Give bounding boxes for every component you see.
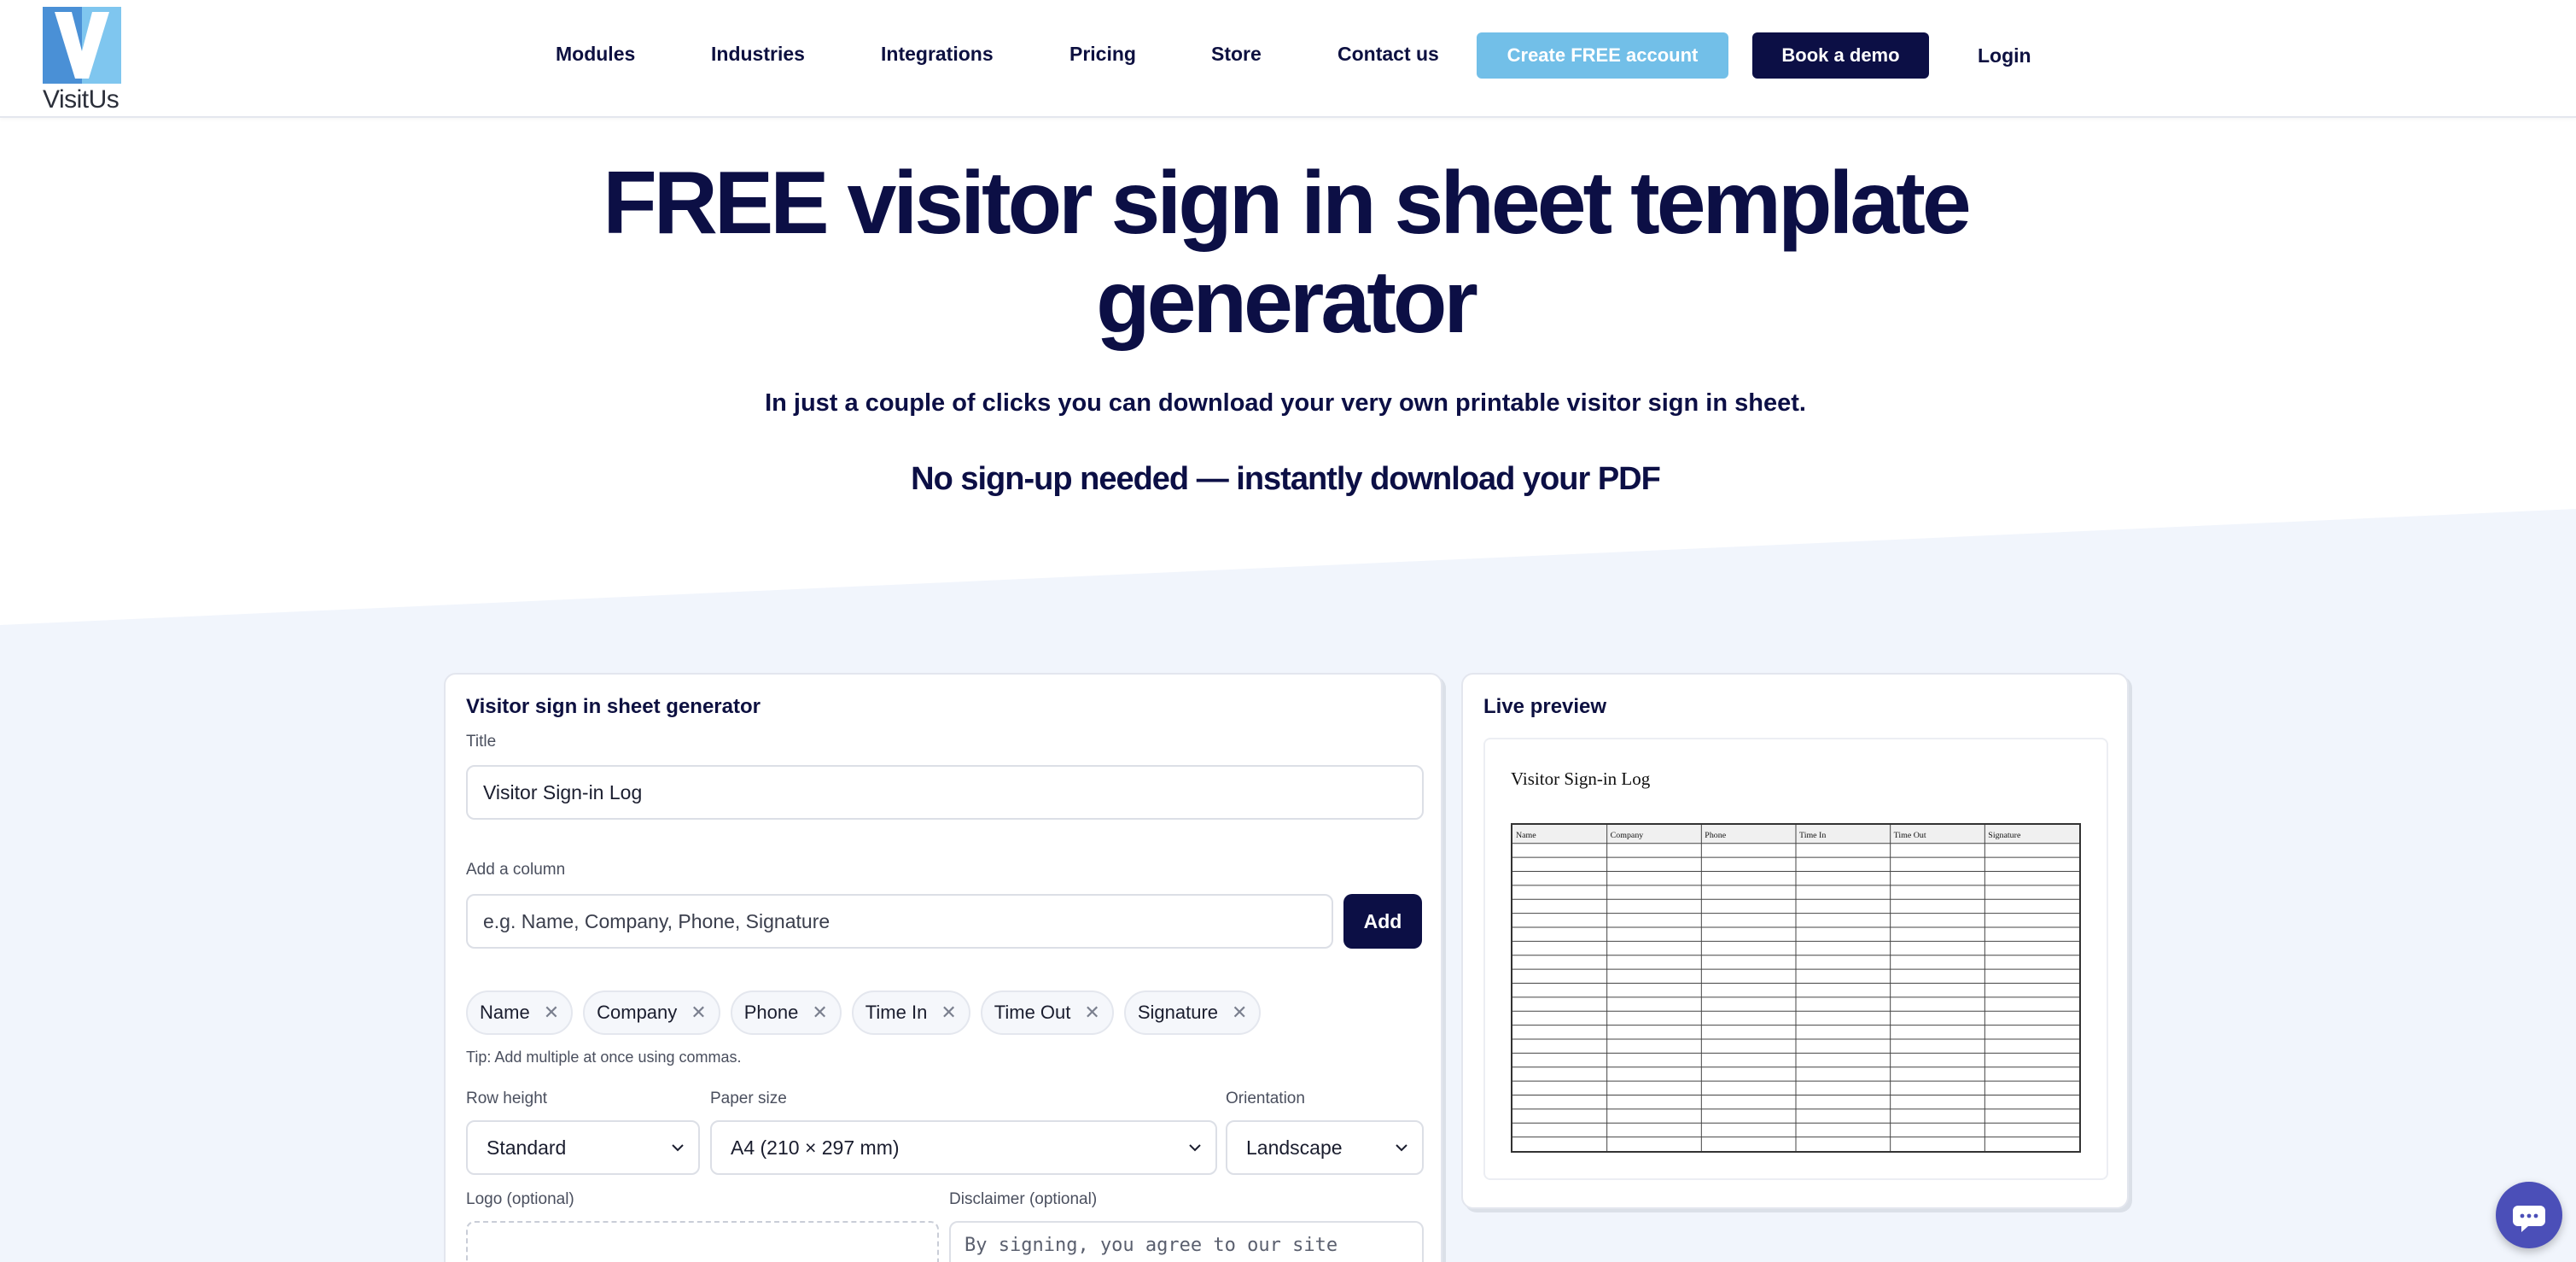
column-chips: Name ✕ Company ✕ Phone ✕ Time In ✕ Time … — [466, 990, 1262, 1035]
sheet-table: Name Company Phone Time In Time Out Signature — [1511, 823, 2081, 1153]
nav-industries[interactable]: Industries — [711, 43, 805, 66]
columns-tip: Tip: Add multiple at once using commas. — [466, 1049, 742, 1066]
add-column-input[interactable]: e.g. Name, Company, Phone, Signature — [466, 894, 1333, 949]
chevron-down-icon — [1189, 1144, 1201, 1152]
close-icon[interactable]: ✕ — [544, 1003, 559, 1022]
close-icon[interactable]: ✕ — [812, 1003, 827, 1022]
close-icon[interactable]: ✕ — [1084, 1003, 1099, 1022]
title-label: Title — [466, 733, 497, 751]
add-column-button[interactable]: Add — [1343, 894, 1422, 949]
logo-label: Logo (optional) — [466, 1190, 574, 1208]
nav-contact-us[interactable]: Contact us — [1338, 43, 1439, 66]
sheet-column-header: Time In — [1799, 831, 1826, 840]
chevron-down-icon — [672, 1144, 684, 1152]
chip-label: Phone — [743, 1002, 799, 1023]
sheet-column-header: Signature — [1988, 831, 2021, 840]
nav-modules[interactable]: Modules — [556, 43, 635, 66]
chat-icon — [2513, 1206, 2545, 1232]
page-title-line-1: FREE visitor sign in sheet template — [603, 154, 1972, 253]
chip-label: Company — [597, 1002, 678, 1023]
row-height-label: Row height — [466, 1090, 548, 1107]
logo[interactable]: VisitUs — [43, 7, 121, 114]
nav-integrations[interactable]: Integrations — [881, 43, 994, 66]
page: VisitUs Modules Industries Integrations … — [0, 0, 2576, 1262]
sheet-title: Visitor Sign-in Log — [1511, 768, 1651, 789]
chip-label: Time In — [865, 1002, 928, 1023]
logo-upload-dropzone[interactable] — [466, 1221, 939, 1262]
sheet-column-header: Company — [1611, 831, 1644, 840]
chip-label: Time Out — [994, 1002, 1071, 1023]
chip-label: Signature — [1137, 1002, 1219, 1023]
orientation-value: Landscape — [1246, 1136, 1343, 1159]
close-icon[interactable]: ✕ — [941, 1003, 956, 1022]
column-chip-time-out: Time Out ✕ — [980, 990, 1114, 1035]
logo-mark-icon — [43, 7, 121, 84]
paper-size-label: Paper size — [710, 1090, 787, 1107]
site-header: VisitUs Modules Industries Integrations … — [0, 0, 2576, 118]
preview-sheet: Visitor Sign-in Log Name Company Phone Time… — [1483, 738, 2108, 1180]
add-column-label: Add a column — [466, 861, 566, 879]
chip-label: Name — [480, 1002, 530, 1023]
column-chip-name: Name ✕ — [466, 990, 574, 1035]
page-tagline: No sign-up needed — instantly download y… — [911, 461, 1661, 497]
preview-card: Live preview Visitor Sign-in Log Name Com… — [1461, 673, 2129, 1209]
sheet-column-header: Phone — [1705, 831, 1726, 840]
book-demo-button[interactable]: Book a demo — [1752, 32, 1929, 79]
nav-store[interactable]: Store — [1211, 43, 1262, 66]
page-title-line-2: generator — [1096, 253, 1478, 352]
column-chip-time-in: Time In ✕ — [851, 990, 970, 1035]
paper-size-select[interactable]: A4 (210 × 297 mm) — [710, 1120, 1217, 1175]
logo-text: VisitUs — [43, 85, 119, 114]
row-height-select[interactable]: Standard — [466, 1120, 700, 1175]
page-title: FREE visitor sign in sheet template gene… — [512, 154, 2059, 352]
preview-heading: Live preview — [1483, 695, 1607, 718]
page-subtitle: In just a couple of clicks you can downl… — [765, 389, 1806, 417]
generator-card: Visitor sign in sheet generator Title Vi… — [444, 673, 1442, 1262]
column-chip-company: Company ✕ — [583, 990, 720, 1035]
disclaimer-textarea[interactable]: By signing, you agree to our site rules. — [949, 1221, 1424, 1262]
create-account-button[interactable]: Create FREE account — [1477, 32, 1728, 79]
orientation-label: Orientation — [1226, 1090, 1305, 1107]
chevron-down-icon — [1396, 1144, 1407, 1152]
generator-heading: Visitor sign in sheet generator — [466, 695, 761, 718]
nav-pricing[interactable]: Pricing — [1069, 43, 1136, 66]
sheet-column-header: Time Out — [1894, 831, 1926, 840]
title-input[interactable]: Visitor Sign-in Log — [466, 765, 1424, 820]
chat-button[interactable] — [2496, 1182, 2562, 1248]
column-chip-signature: Signature ✕ — [1123, 990, 1262, 1035]
close-icon[interactable]: ✕ — [691, 1003, 706, 1022]
row-height-value: Standard — [487, 1136, 567, 1159]
orientation-select[interactable]: Landscape — [1226, 1120, 1424, 1175]
disclaimer-label: Disclaimer (optional) — [949, 1190, 1098, 1208]
column-chip-phone: Phone ✕ — [730, 990, 842, 1035]
sheet-column-header: Name — [1516, 831, 1536, 840]
login-link[interactable]: Login — [1978, 44, 2031, 67]
paper-size-value: A4 (210 × 297 mm) — [731, 1136, 900, 1159]
close-icon[interactable]: ✕ — [1232, 1003, 1247, 1022]
